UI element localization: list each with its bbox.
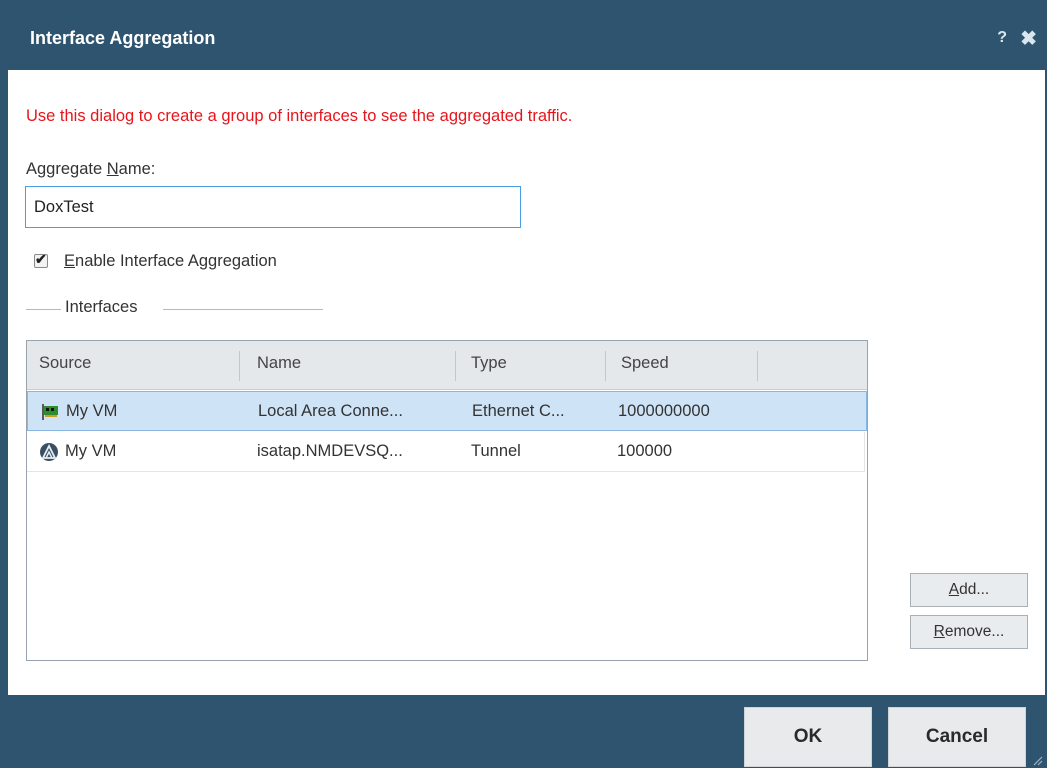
column-header-source[interactable]: Source xyxy=(27,341,237,389)
row-type: Tunnel xyxy=(471,442,521,460)
enable-aggregation-checkbox[interactable]: ✔ xyxy=(34,251,48,268)
column-separator[interactable] xyxy=(239,351,240,381)
column-header-speed[interactable]: Speed xyxy=(609,341,759,389)
row-speed: 100000 xyxy=(617,442,673,460)
help-icon[interactable]: ? xyxy=(997,29,1007,47)
interfaces-group-label: Interfaces xyxy=(65,298,138,316)
row-speed: 1000000000 xyxy=(618,402,710,420)
interfaces-table[interactable]: Source Name Type Speed My VM Local Area … xyxy=(26,340,868,661)
cancel-button[interactable]: Cancel xyxy=(888,707,1026,767)
aggregate-name-label: Aggregate Name: xyxy=(26,160,156,178)
network-card-icon xyxy=(42,404,58,420)
row-source: My VM xyxy=(66,402,118,420)
row-type: Ethernet C... xyxy=(472,402,565,420)
column-separator[interactable] xyxy=(455,351,456,381)
ok-button[interactable]: OK xyxy=(744,707,872,767)
column-separator[interactable] xyxy=(757,351,758,381)
title-bar[interactable]: Interface Aggregation ? ✖ xyxy=(8,0,1045,70)
column-header-name[interactable]: Name xyxy=(245,341,445,389)
resize-grip-icon[interactable] xyxy=(1031,754,1043,766)
group-divider-right xyxy=(163,309,323,310)
tunnel-icon xyxy=(40,443,58,461)
enable-aggregation-label[interactable]: Enable Interface Aggregation xyxy=(64,252,277,271)
remove-button[interactable]: Remove... xyxy=(910,615,1028,649)
close-icon[interactable]: ✖ xyxy=(1020,26,1037,51)
dialog-title: Interface Aggregation xyxy=(30,28,216,48)
interface-aggregation-dialog: Interface Aggregation ? ✖ Use this dialo… xyxy=(0,0,1047,768)
table-row[interactable]: My VM isatap.NMDEVSQ... Tunnel 100000 xyxy=(27,432,865,472)
aggregate-name-input[interactable] xyxy=(25,186,521,228)
table-row[interactable]: My VM Local Area Conne... Ethernet C... … xyxy=(27,391,867,431)
table-header: Source Name Type Speed xyxy=(27,341,867,390)
instructions-text: Use this dialog to create a group of int… xyxy=(26,107,573,125)
row-name: isatap.NMDEVSQ... xyxy=(257,442,403,460)
checkmark-icon: ✔ xyxy=(35,251,47,267)
row-source: My VM xyxy=(65,442,117,460)
dialog-footer: OK Cancel xyxy=(8,695,1045,768)
column-header-type[interactable]: Type xyxy=(459,341,599,389)
column-separator[interactable] xyxy=(605,351,606,381)
add-button[interactable]: Add... xyxy=(910,573,1028,607)
group-divider-left xyxy=(26,309,61,310)
row-name: Local Area Conne... xyxy=(258,402,403,420)
